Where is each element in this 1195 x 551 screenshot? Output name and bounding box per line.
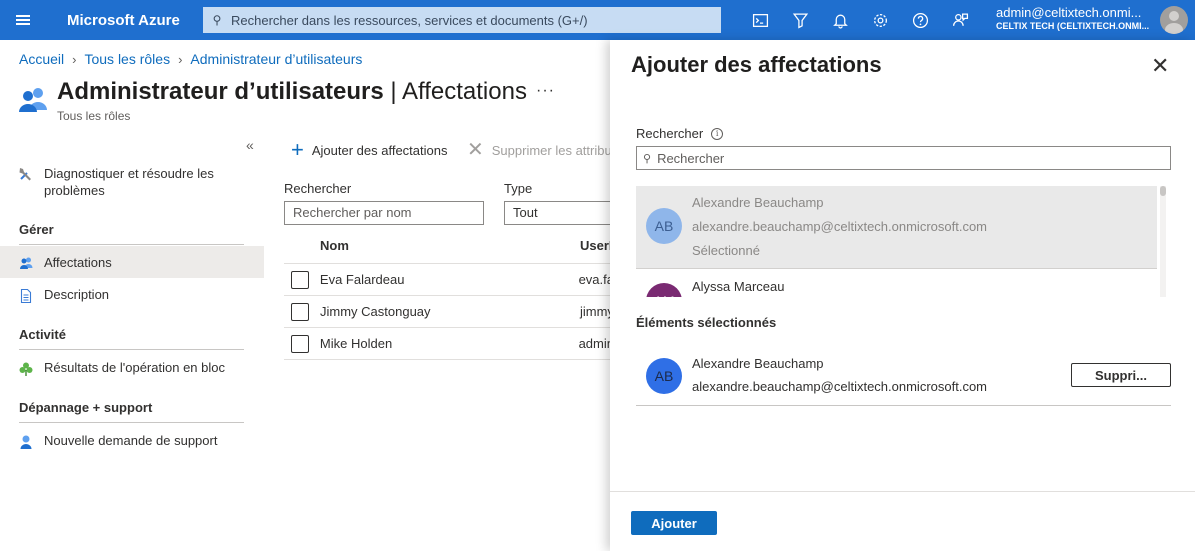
page-subtitle: Tous les rôles xyxy=(57,109,131,123)
nav-label: Nouvelle demande de support xyxy=(44,433,218,448)
clover-icon xyxy=(0,360,44,377)
results-scrollbar[interactable] xyxy=(1160,186,1166,297)
nav-item-new-support[interactable]: Nouvelle demande de support xyxy=(0,433,264,450)
selected-items-title: Éléments sélectionnés xyxy=(636,315,777,330)
menu-icon[interactable] xyxy=(0,0,46,40)
users-icon xyxy=(0,254,44,271)
add-assignments-button[interactable]: + Ajouter des affectations xyxy=(291,137,448,162)
selected-item: AB Alexandre Beauchamp alexandre.beaucha… xyxy=(636,346,1171,406)
result-status: Sélectionné xyxy=(692,243,760,258)
type-label: Type xyxy=(504,181,533,196)
avatar: AB xyxy=(646,208,682,244)
settings-gear-icon[interactable] xyxy=(860,0,900,40)
result-name: Alexandre Beauchamp xyxy=(692,195,824,210)
global-search-placeholder: Rechercher dans les ressources, services… xyxy=(231,12,588,28)
nav-item-bulk-results[interactable]: Résultats de l'opération en bloc xyxy=(0,360,264,377)
nav-section-activity: Activité xyxy=(19,327,66,342)
avatar[interactable] xyxy=(1160,6,1188,34)
close-icon: ✕ xyxy=(467,139,484,161)
nav-item-diagnose[interactable]: Diagnostiquer et résoudre les problèmes xyxy=(0,165,264,199)
table-row[interactable]: Mike Holden admin xyxy=(284,328,614,360)
remove-selected-button[interactable]: Suppri... xyxy=(1071,363,1171,387)
help-icon[interactable] xyxy=(900,0,940,40)
avatar: AB xyxy=(646,358,682,394)
plus-icon: + xyxy=(291,137,304,162)
support-person-icon xyxy=(0,433,44,450)
remove-assignments-label: Supprimer les attribu xyxy=(491,142,612,158)
add-assignments-label: Ajouter des affectations xyxy=(311,142,448,158)
table-row[interactable]: Eva Falardeau eva.fa xyxy=(284,264,614,296)
row-checkbox[interactable] xyxy=(291,270,309,289)
nav-section-manage: Gérer xyxy=(19,222,54,237)
nav-section-support: Dépannage + support xyxy=(19,400,153,415)
breadcrumb-user-admin[interactable]: Administrateur d’utilisateurs xyxy=(190,51,362,67)
divider xyxy=(19,244,244,245)
nav-label: Diagnostiquer et résoudre les problèmes xyxy=(44,166,214,198)
avatar: AM xyxy=(646,283,682,297)
divider xyxy=(19,349,244,350)
row-name: Jimmy Castonguay xyxy=(320,304,431,319)
document-icon xyxy=(0,287,44,304)
nav-item-assignments[interactable]: Affectations xyxy=(0,246,264,278)
notifications-bell-icon[interactable] xyxy=(820,0,860,40)
feedback-icon[interactable] xyxy=(940,0,980,40)
directory-filter-icon[interactable] xyxy=(780,0,820,40)
cloud-shell-icon[interactable] xyxy=(740,0,780,40)
remove-assignments-button[interactable]: ✕ Supprimer les attribu xyxy=(467,139,612,161)
row-checkbox[interactable] xyxy=(291,334,309,353)
type-select[interactable]: Tout xyxy=(504,201,614,225)
column-header-name[interactable]: Nom xyxy=(320,238,349,253)
row-upn: admin xyxy=(578,336,614,351)
selected-email: alexandre.beauchamp@celtixtech.onmicroso… xyxy=(692,379,988,394)
global-search-input[interactable]: ⚲ Rechercher dans les ressources, servic… xyxy=(203,7,721,33)
nav-label: Affectations xyxy=(44,254,112,270)
nav-label: Résultats de l'opération en bloc xyxy=(44,360,225,375)
panel-title: Ajouter des affectations xyxy=(631,52,882,77)
page-title: Administrateur d’utilisateurs | Affectat… xyxy=(57,78,527,105)
divider xyxy=(610,491,1195,492)
close-icon[interactable]: ✕ xyxy=(1151,53,1169,79)
row-upn: jimmy xyxy=(580,304,614,319)
panel-search-placeholder: Rechercher xyxy=(657,150,725,166)
account-menu[interactable]: admin@celtixtech.onmi... CELTIX TECH (CE… xyxy=(996,5,1156,31)
search-results-list: AB Alexandre Beauchamp alexandre.beaucha… xyxy=(636,186,1157,297)
list-item[interactable]: AM Alyssa Marceau xyxy=(636,268,1157,297)
breadcrumb-home[interactable]: Accueil xyxy=(19,51,64,67)
add-assignments-panel: Ajouter des affectations ✕ Rechercher i … xyxy=(610,40,1195,551)
more-actions-button[interactable]: ··· xyxy=(536,82,555,100)
users-role-icon xyxy=(19,88,47,112)
search-label: Rechercher xyxy=(284,181,352,196)
panel-search-label: Rechercher i xyxy=(636,126,724,141)
divider xyxy=(19,422,244,423)
result-email: alexandre.beauchamp@celtixtech.onmicroso… xyxy=(692,219,988,234)
search-by-name-input[interactable]: Rechercher par nom xyxy=(284,201,484,225)
top-bar: Microsoft Azure ⚲ Rechercher dans les re… xyxy=(0,0,1195,40)
collapse-nav-button[interactable]: « xyxy=(246,137,254,153)
nav-label: Description xyxy=(44,287,110,302)
search-icon: ⚲ xyxy=(212,13,222,27)
breadcrumb: Accueil › Tous les rôles › Administrateu… xyxy=(19,51,362,67)
result-name: Alyssa Marceau xyxy=(692,279,785,294)
search-icon: ⚲ xyxy=(643,152,652,165)
row-checkbox[interactable] xyxy=(291,302,309,321)
selected-name: Alexandre Beauchamp xyxy=(692,356,824,371)
chevron-right-icon: › xyxy=(178,51,183,67)
account-email: admin@celtixtech.onmi... xyxy=(996,5,1142,20)
breadcrumb-all-roles[interactable]: Tous les rôles xyxy=(84,51,170,67)
row-name: Mike Holden xyxy=(319,336,393,351)
table-row[interactable]: Jimmy Castonguay jimmy xyxy=(284,296,614,328)
row-upn: eva.fa xyxy=(578,272,614,287)
add-button[interactable]: Ajouter xyxy=(631,511,717,535)
nav-item-description[interactable]: Description xyxy=(0,287,264,304)
panel-search-input[interactable]: ⚲ Rechercher xyxy=(636,146,1171,170)
info-icon[interactable]: i xyxy=(711,127,724,140)
list-item[interactable]: AB Alexandre Beauchamp alexandre.beaucha… xyxy=(636,186,1157,268)
top-icons xyxy=(740,0,980,40)
account-tenant: CELTIX TECH (CELTIXTECH.ONMI... xyxy=(996,21,1150,31)
row-name: Eva Falardeau xyxy=(319,272,405,287)
chevron-right-icon: › xyxy=(72,51,77,67)
wrench-icon xyxy=(0,165,44,182)
